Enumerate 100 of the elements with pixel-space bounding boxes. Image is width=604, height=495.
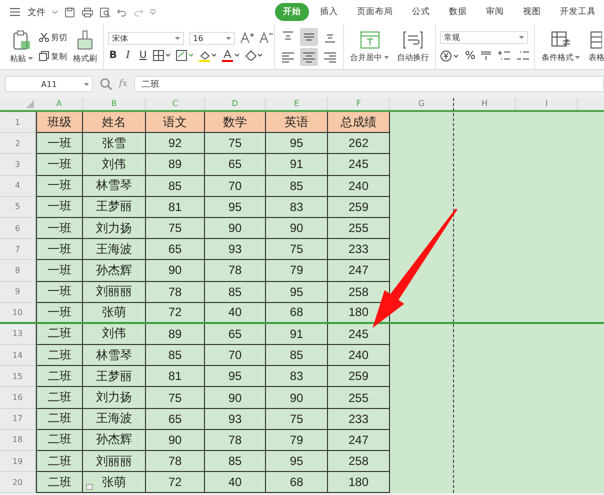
cell-fill-icon[interactable]	[176, 50, 194, 61]
paste-button[interactable]: 粘贴	[8, 28, 35, 66]
caret-icon[interactable]	[28, 56, 33, 60]
caret-icon[interactable]	[84, 82, 89, 86]
column-header[interactable]: E	[266, 98, 328, 110]
caret-icon[interactable]	[175, 36, 180, 40]
row-header[interactable]: 16	[0, 387, 36, 409]
table-cell: 75	[205, 133, 266, 154]
percent-button[interactable]: %	[465, 49, 476, 62]
function-label[interactable]: fx	[119, 79, 128, 89]
header-cell: 总成绩	[328, 112, 390, 134]
row-header[interactable]: 1	[0, 112, 36, 134]
fill-color-icon[interactable]	[199, 50, 217, 62]
row-header[interactable]: 10	[0, 302, 36, 322]
column-header[interactable]: I	[516, 98, 578, 110]
row-header[interactable]: 6	[0, 218, 36, 240]
wrap-text-button[interactable]: 自动换行	[395, 28, 431, 64]
thousands-separator-icon[interactable]	[480, 50, 492, 62]
font-style-button[interactable]: U	[138, 50, 148, 61]
caret-icon[interactable]	[226, 36, 231, 40]
column-header[interactable]: B	[83, 98, 146, 110]
undo-icon[interactable]	[117, 8, 127, 16]
ribbon-tab[interactable]: 开发工具	[552, 3, 604, 21]
table-style-button[interactable]: 表格	[586, 28, 604, 64]
file-menu[interactable]: 文件	[27, 6, 46, 18]
increase-font-icon[interactable]	[240, 32, 254, 44]
row-header[interactable]: 18	[0, 430, 36, 451]
row-header[interactable]: 5	[0, 196, 36, 218]
column-header[interactable]: C	[146, 98, 205, 110]
row-header[interactable]: 3	[0, 154, 36, 176]
eraser-icon[interactable]	[245, 50, 263, 61]
ribbon-tab[interactable]: 数据	[440, 3, 475, 21]
increase-decimal-icon[interactable]	[497, 50, 512, 62]
table-cell: 75	[146, 387, 205, 409]
table-cell: 70	[205, 345, 266, 366]
ribbon-tab[interactable]: 视图	[514, 3, 549, 21]
ribbon-tab[interactable]: 审阅	[478, 3, 512, 21]
ribbon-tab[interactable]: 插入	[312, 3, 346, 21]
formula-input[interactable]: 二班	[134, 76, 604, 92]
row-header[interactable]: 4	[0, 176, 36, 197]
header-cell: 班级	[36, 112, 83, 134]
caret-icon[interactable]	[575, 56, 580, 58]
format-painter-button[interactable]: 格式刷	[71, 28, 99, 66]
borders-icon[interactable]	[153, 50, 171, 61]
row-header[interactable]: 7	[0, 239, 36, 260]
name-box[interactable]: A11	[5, 76, 93, 92]
font-name-select[interactable]: 宋体	[108, 32, 184, 44]
font-style-button[interactable]: I	[123, 50, 133, 61]
zoom-icon[interactable]	[100, 78, 112, 90]
chevron-down-icon[interactable]	[150, 9, 156, 15]
number-format-select[interactable]: 常规	[440, 31, 528, 44]
ribbon-tab[interactable]: 开始	[274, 3, 309, 21]
row-header[interactable]: 14	[0, 345, 36, 366]
table-cell: 78	[146, 282, 205, 303]
print-preview-icon[interactable]	[100, 6, 110, 18]
menu-icon[interactable]	[10, 7, 20, 17]
row-header[interactable]: 17	[0, 408, 36, 430]
conditional-format-button[interactable]: 条件格式	[539, 28, 582, 64]
font-color-icon[interactable]	[222, 50, 240, 62]
row-header[interactable]: 19	[0, 451, 36, 472]
table-cell: 孙杰辉	[83, 260, 146, 282]
align-button[interactable]	[300, 28, 318, 46]
row-header[interactable]: 2	[0, 133, 36, 154]
table-cell: 95	[205, 366, 266, 388]
row-header[interactable]: 13	[0, 324, 36, 346]
column-header[interactable]: F	[328, 98, 390, 110]
table-cell: 林雪琴	[83, 345, 146, 366]
table-cell: 刘伟	[83, 154, 146, 176]
save-icon[interactable]	[65, 6, 75, 18]
row-header[interactable]: 9	[0, 282, 36, 303]
row-header[interactable]: 15	[0, 366, 36, 388]
font-size-select[interactable]: 16	[189, 32, 235, 44]
column-header[interactable]: G	[390, 98, 454, 110]
chevron-down-icon[interactable]	[52, 10, 58, 14]
font-style-button[interactable]: B	[108, 50, 118, 61]
caret-icon[interactable]	[519, 36, 524, 39]
align-button[interactable]	[300, 48, 318, 66]
table-cell: 孙杰辉	[83, 430, 146, 451]
column-header[interactable]: H	[454, 98, 516, 110]
row-header[interactable]: 8	[0, 260, 36, 282]
caret-icon[interactable]	[384, 56, 389, 58]
table-cell: 一班	[36, 176, 83, 197]
copy-button[interactable]: 复制	[39, 50, 67, 62]
header-cell: 英语	[266, 112, 328, 134]
table-cell: 83	[266, 196, 328, 218]
row-header[interactable]: 20	[0, 472, 36, 494]
merge-center-button[interactable]: 合并居中	[348, 28, 391, 64]
ribbon-tab[interactable]: 页面布局	[348, 3, 401, 21]
decrease-font-icon[interactable]	[259, 32, 273, 44]
decrease-decimal-icon[interactable]	[516, 50, 530, 62]
copy-icon	[39, 51, 49, 61]
table-cell: 245	[328, 324, 390, 346]
column-header[interactable]: A	[36, 98, 83, 110]
table-cell: 40	[205, 472, 266, 494]
cut-button[interactable]: 剪切	[39, 32, 67, 42]
table-cell: 90	[205, 218, 266, 240]
currency-icon[interactable]	[440, 50, 460, 62]
column-header[interactable]: D	[205, 98, 266, 110]
ribbon-tab[interactable]: 公式	[404, 3, 438, 21]
print-icon[interactable]	[82, 6, 93, 18]
